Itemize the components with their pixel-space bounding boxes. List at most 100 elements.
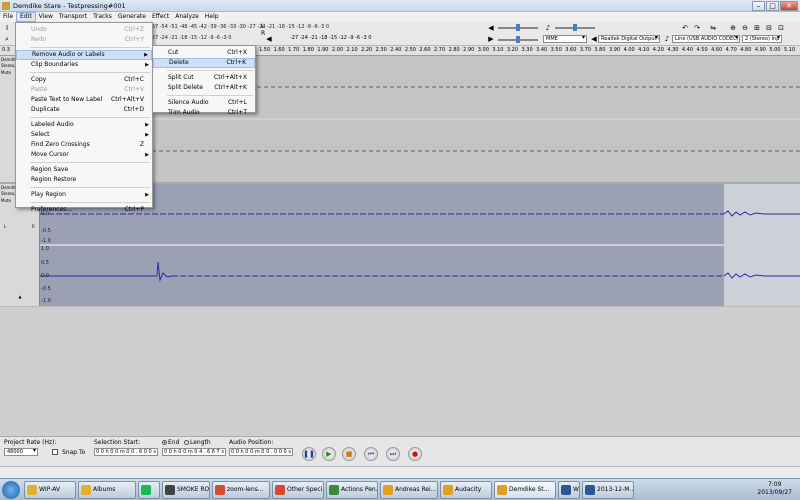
menu-item-region-restore[interactable]: Region Restore: [16, 175, 152, 185]
zoom-out-icon[interactable]: ⊖: [740, 23, 750, 33]
menu-item-label: Find Zero Crossings: [31, 141, 90, 148]
menu-item-label: Undo: [31, 26, 47, 33]
input-channels-select[interactable]: 2 (Stereo) Inp: [742, 35, 782, 43]
skip-to-end-button[interactable]: ⏭: [386, 447, 400, 461]
taskbar-item-label: Other Speci...: [287, 486, 324, 493]
close-button[interactable]: ✕: [780, 1, 798, 11]
taskbar-item[interactable]: Albums: [78, 481, 136, 499]
menu-item-region-save[interactable]: Region Save: [16, 165, 152, 175]
menu-item-preferences[interactable]: Preferences... Ctrl+P: [16, 205, 152, 215]
selection-start-time[interactable]: 0 0 h 0 0 m 0 0 . 6 0 0 s: [94, 448, 158, 456]
selection-end-time[interactable]: 0 0 h 0 0 m 0 4 . 6 6 7 s: [162, 448, 226, 456]
selection-tool-icon[interactable]: I: [2, 23, 12, 33]
track-1-right-waveform-graphic: [40, 150, 800, 152]
menu-item-duplicate[interactable]: Duplicate Ctrl+D: [16, 105, 152, 115]
play-speed-slider[interactable]: [498, 36, 538, 43]
menu-item-paste[interactable]: Paste Ctrl+V: [16, 85, 152, 95]
clock-date: 2013/09/27: [757, 489, 792, 496]
sync-lock-icon[interactable]: ⇋: [708, 23, 718, 33]
fit-selection-icon[interactable]: ⊞: [752, 23, 762, 33]
menu-analyze[interactable]: Analyze: [172, 12, 202, 22]
output-device-select[interactable]: Realtek Digital Output (R: [598, 35, 660, 43]
taskbar-item[interactable]: Andreas Rei...: [380, 481, 438, 499]
menu-item-find-zero-crossings[interactable]: Find Zero Crossings Z: [16, 140, 152, 150]
menu-item-clip-boundaries[interactable]: Clip Boundaries ▶: [16, 60, 152, 70]
playback-volume-slider[interactable]: [498, 24, 538, 31]
audio-position-time[interactable]: 0 0 h 0 0 m 0 0 . 0 0 0 s: [229, 448, 293, 456]
track-1-right-channel-waveform[interactable]: [40, 120, 800, 182]
record-button[interactable]: ●: [408, 447, 422, 461]
menu-item-undo[interactable]: Undo Ctrl+Z: [16, 25, 152, 35]
menu-edit[interactable]: Edit: [16, 12, 36, 22]
menu-transport[interactable]: Transport: [56, 12, 90, 22]
menu-item-silence-audio[interactable]: Silence Audio Ctrl+L: [153, 98, 255, 108]
menu-tracks[interactable]: Tracks: [90, 12, 115, 22]
taskbar-item[interactable]: 2013-12-M...: [582, 481, 634, 499]
menu-item-move-cursor[interactable]: Move Cursor ▶: [16, 150, 152, 160]
end-radio[interactable]: End: [162, 439, 179, 446]
stop-button[interactable]: ■: [342, 447, 356, 461]
length-radio[interactable]: Length: [184, 439, 211, 446]
length-radio-indicator[interactable]: [184, 440, 189, 445]
menu-generate[interactable]: Generate: [115, 12, 149, 22]
taskbar-item[interactable]: WIP-AV: [24, 481, 76, 499]
maximize-button[interactable]: □: [766, 1, 779, 11]
menu-item-remove-audio-or-labels[interactable]: Remove Audio or Labels ▶: [16, 50, 152, 60]
play-button[interactable]: ▶: [322, 447, 336, 461]
submenu-arrow-icon: ▶: [144, 52, 148, 58]
taskbar-item[interactable]: SMOKE RO...: [162, 481, 210, 499]
redo-icon[interactable]: ↷: [692, 23, 702, 33]
ruler-tick-label: 1.50: [259, 47, 271, 53]
ruler-tick-label: 3.60: [565, 47, 577, 53]
track-2-left-channel-waveform[interactable]: -0.5 -1.0: [40, 184, 800, 244]
skip-to-start-button[interactable]: ⏮: [364, 447, 378, 461]
recording-volume-slider[interactable]: [555, 24, 595, 31]
menu-item-select[interactable]: Select ▶: [16, 130, 152, 140]
zoom-tool-icon[interactable]: ⌕: [2, 34, 12, 44]
end-radio-indicator[interactable]: [162, 440, 167, 445]
menu-item-cut[interactable]: Cut Ctrl+X: [153, 48, 255, 58]
menu-item-split-delete[interactable]: Split Delete Ctrl+Alt+K: [153, 83, 255, 93]
collapse-track-icon[interactable]: ▲: [12, 294, 28, 299]
menu-view[interactable]: View: [36, 12, 56, 22]
track-2-right-channel-waveform[interactable]: 1.0 0.5 0.0 -0.5 -1.0: [40, 246, 800, 306]
speaker-meter-icon[interactable]: ◀: [264, 34, 274, 44]
menu-item-play-region[interactable]: Play Region ▶: [16, 190, 152, 200]
tracks-bottom-edge: [0, 306, 800, 307]
taskbar-item[interactable]: Actions Pen...: [326, 481, 378, 499]
taskbar-item[interactable]: Audacity: [440, 481, 492, 499]
menu-effect[interactable]: Effect: [149, 12, 172, 22]
taskbar-item[interactable]: zoom-lens...: [212, 481, 270, 499]
menu-item-delete[interactable]: Delete Ctrl+K: [153, 58, 255, 68]
taskbar-item[interactable]: W: [558, 481, 580, 499]
taskbar-clock[interactable]: 7:09 2013/09/27: [757, 481, 792, 497]
pause-button[interactable]: ❚❚: [302, 447, 316, 461]
project-rate-select[interactable]: 48000: [4, 448, 38, 456]
zoom-in-icon[interactable]: ⊕: [728, 23, 738, 33]
menu-item-copy[interactable]: Copy Ctrl+C: [16, 75, 152, 85]
taskbar-item[interactable]: Other Speci...: [272, 481, 324, 499]
undo-icon[interactable]: ↶: [680, 23, 690, 33]
track-2-left-scale-neg-half: -0.5: [41, 228, 51, 234]
menu-item-shortcut: Ctrl+Alt+X: [214, 74, 247, 81]
zoom-toggle-icon[interactable]: ⊡: [776, 23, 786, 33]
menu-item-labeled-audio[interactable]: Labeled Audio ▶: [16, 120, 152, 130]
taskbar-item[interactable]: Demdike St...: [494, 481, 556, 499]
start-button[interactable]: [2, 481, 20, 499]
menu-item-split-cut[interactable]: Split Cut Ctrl+Alt+X: [153, 73, 255, 83]
fit-project-icon[interactable]: ⊟: [764, 23, 774, 33]
menu-separator: [167, 95, 253, 96]
taskbar-item[interactable]: [138, 481, 160, 499]
snap-to-checkbox[interactable]: [52, 449, 58, 455]
menu-help[interactable]: Help: [202, 12, 222, 22]
remove-audio-submenu: Cut Ctrl+X Delete Ctrl+K Split Cut Ctrl+Alt+X…: [152, 45, 256, 116]
recording-meter-scale: -57 -54 -51 -48 -45 -42 -39 -36 -33 -30 …: [150, 24, 329, 30]
menu-file[interactable]: File: [0, 12, 16, 22]
menu-item-trim-audio[interactable]: Trim Audio Ctrl+T: [153, 108, 255, 118]
input-device-select[interactable]: Line (USB AUDIO CODEC): [672, 35, 740, 43]
menu-item-redo[interactable]: Redo Ctrl+Y: [16, 35, 152, 45]
play-at-speed-icon[interactable]: ▶: [486, 34, 496, 44]
menu-item-paste-text-to-new-label[interactable]: Paste Text to New Label Ctrl+Alt+V: [16, 95, 152, 105]
minimize-button[interactable]: –: [752, 1, 765, 11]
audio-host-select[interactable]: MME: [543, 35, 587, 43]
